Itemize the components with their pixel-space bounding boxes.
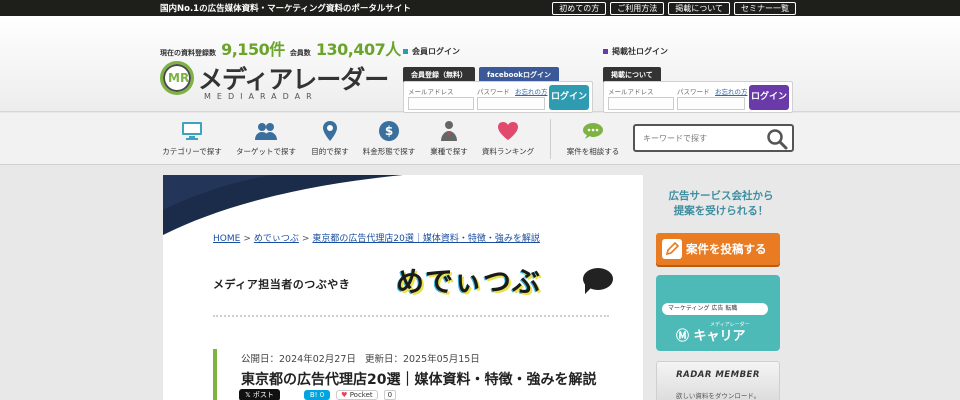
email-field[interactable] [408,97,474,110]
nav-consult[interactable]: 案件を相談する [558,119,628,157]
link-how-to-use[interactable]: ご利用方法 [610,2,665,15]
blog-logo: めでぃつぶ [396,265,542,298]
pocket-count: 0 [383,390,397,400]
breadcrumb-separator: > [301,234,310,244]
password-field[interactable] [677,97,745,110]
blog-tagline: メディア担当者のつぶやき [213,278,351,291]
top-links: 初めての方 ご利用方法 掲載について セミナー一覧 [552,2,796,15]
search-icon[interactable] [766,128,788,154]
article-title: 東京都の広告代理店20選｜媒体資料・特徴・強みを解説 [241,372,597,388]
breadcrumb-current[interactable]: 東京都の広告代理店20選｜媒体資料・特徴・強みを解説 [312,234,539,244]
publisher-login-button[interactable]: ログイン [749,85,789,110]
x-post-button[interactable]: 𝕏 ポスト [239,389,280,400]
pocket-button[interactable]: ♥ Pocket [336,390,378,400]
speech-bubble-icon [583,268,613,294]
email-label: メールアドレス [408,88,454,96]
member-login: 会員ログイン 会員登録（無料） facebookログイン メールアドレス パスワ… [403,30,595,120]
main-content: HOME > めでぃつぶ > 東京都の広告代理店20選｜媒体資料・特徴・強みを解説 メデ… [163,175,643,400]
updated-date: 2025年05月15日 [402,354,480,365]
career-banner[interactable]: マーケティング 広告 転職 メディアレーダー Ⓜ キャリア [656,275,780,351]
search-box [633,124,794,152]
member-login-form: メールアドレス パスワード お忘れの方 ログイン [403,81,593,113]
site-tagline: 国内No.1の広告媒体資料・マーケティング資料のポータルサイト [160,4,411,14]
monitor-icon [157,119,227,143]
sidebar: 広告サービス会社から 提案を受けられる！ 案件を投稿する マーケティング 広告 … [650,175,792,400]
share-buttons: 𝕏 ポスト B! 0 ♥ Pocket 0 [239,389,397,400]
square-icon [603,49,608,54]
forgot-password-link[interactable]: お忘れの方 [515,86,548,96]
logo-mark-icon: MR [160,61,194,95]
logo-name: メディアレーダー [198,65,389,94]
link-seminars[interactable]: セミナー一覧 [734,2,796,15]
link-beginners[interactable]: 初めての方 [552,2,607,15]
breadcrumb-section[interactable]: めでぃつぶ [254,234,299,244]
email-field[interactable] [608,97,674,110]
pocket-icon: ♥ [341,391,348,399]
header: 現在の資料登録数 9,150件 会員数 130,407人 MR メディアレーダー… [0,16,960,113]
divider [213,315,609,317]
header-decoration [163,175,403,235]
breadcrumb-home[interactable]: HOME [213,234,240,244]
main-nav: カテゴリーで探す ターゲットで探す 目的で探す $ 料金形態で探す 業種で探す … [0,113,960,165]
career-logo: Ⓜ キャリア [676,329,746,344]
radar-member-desc: 欲しい資料をダウンロード。 [675,392,761,400]
nav-divider [550,119,551,159]
nav-target[interactable]: ターゲットで探す [231,119,301,157]
search-input[interactable] [643,130,763,146]
publisher-login: 掲載社ログイン 掲載について メールアドレス パスワード お忘れの方 ログイン [603,30,795,120]
article-dates: 公開日：2024年02月27日 更新日：2025年05月15日 [241,354,480,365]
top-bar: 国内No.1の広告媒体資料・マーケティング資料のポータルサイト 初めての方 ご利… [0,0,960,16]
member-login-title: 会員ログイン [403,46,460,57]
svg-text:$: $ [385,124,393,138]
nav-category[interactable]: カテゴリーで探す [157,119,227,157]
breadcrumb: HOME > めでぃつぶ > 東京都の広告代理店20選｜媒体資料・特徴・強みを解説 [213,231,540,244]
publisher-login-form: メールアドレス パスワード お忘れの方 ログイン [603,81,793,113]
password-label: パスワード [677,88,710,96]
password-label: パスワード [477,88,510,96]
heart-icon [473,119,543,143]
chat-icon [558,119,628,143]
password-field[interactable] [477,97,545,110]
logo-subtitle: MEDIARADAR [204,92,318,101]
radar-member-box[interactable]: RADAR MEMBER 欲しい資料をダウンロード。 [656,361,780,400]
post-project-button[interactable]: 案件を投稿する [656,233,780,265]
email-label: メールアドレス [608,88,654,96]
pencil-icon [662,239,682,259]
breadcrumb-separator: > [243,234,251,244]
link-about-listing[interactable]: 掲載について [668,2,730,15]
nav-ranking[interactable]: 資料ランキング [473,119,543,157]
sidebar-promo: 広告サービス会社から 提案を受けられる！ [668,190,774,217]
site-logo[interactable]: MR メディアレーダー MEDIARADAR [158,56,389,106]
member-login-button[interactable]: ログイン [549,85,589,110]
square-icon [403,49,408,54]
published-date: 2024年02月27日 [279,354,356,365]
hatena-bookmark-button[interactable]: B! 0 [303,390,331,400]
career-search-bar: マーケティング 広告 転職 [662,303,768,315]
radar-member-title: RADAR MEMBER [676,370,760,380]
users-icon [231,119,301,143]
blog-brand: メディア担当者のつぶやき めでぃつぶ [213,260,613,300]
publisher-login-title: 掲載社ログイン [603,46,668,57]
forgot-password-link[interactable]: お忘れの方 [715,86,748,96]
